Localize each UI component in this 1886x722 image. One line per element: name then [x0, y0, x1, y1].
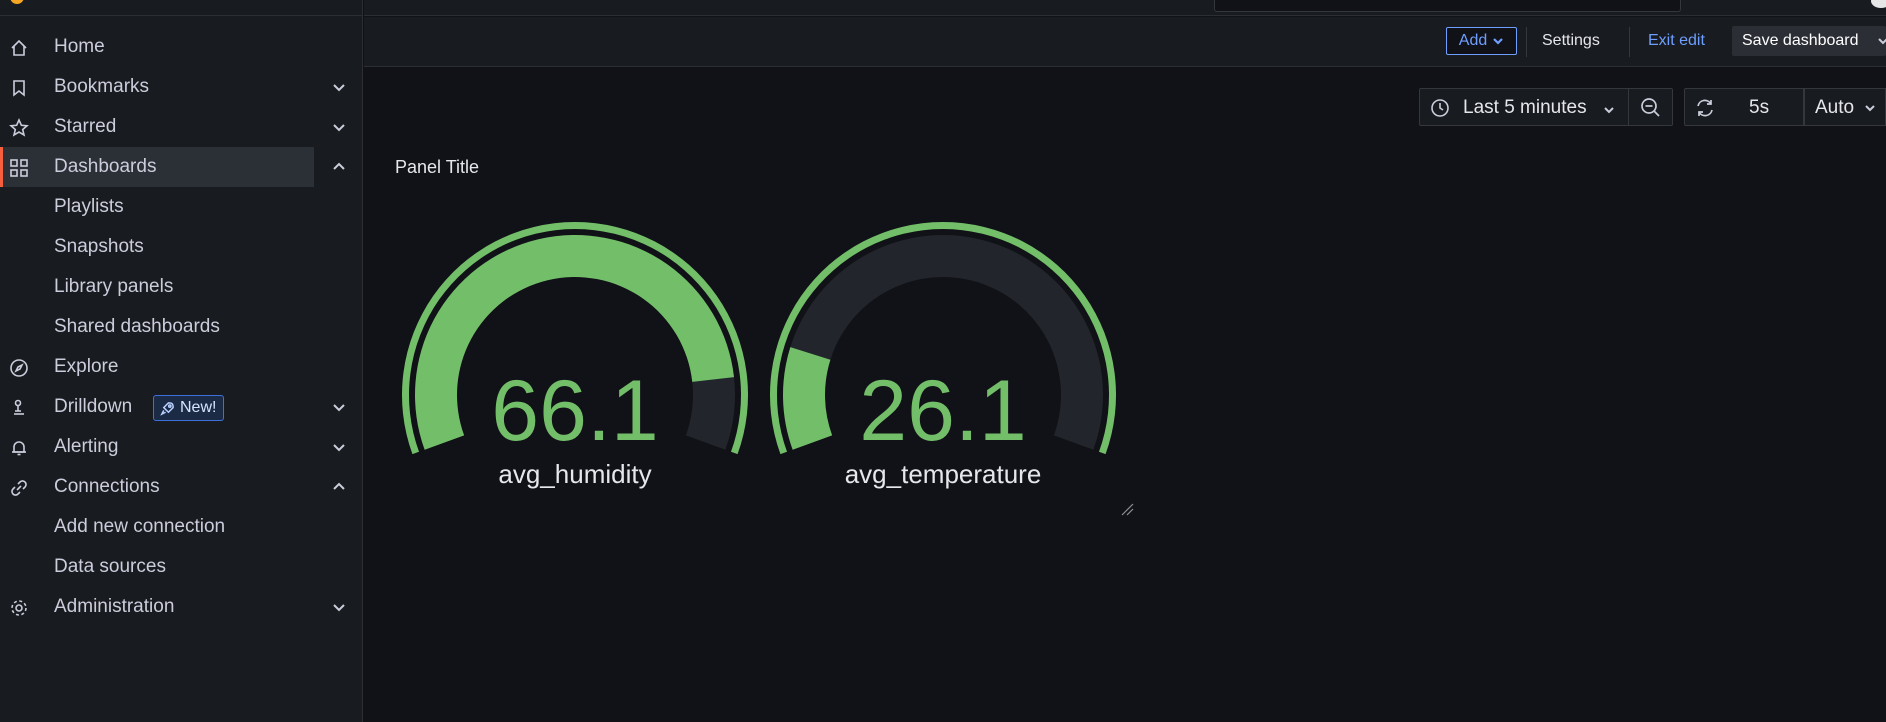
gauge-name: avg_humidity: [498, 459, 651, 489]
refresh-interval-value: 5s: [1749, 97, 1770, 118]
sidebar-item-administration[interactable]: Administration: [0, 587, 363, 627]
add-button[interactable]: Add: [1446, 27, 1517, 55]
gauge-visualization: 66.1avg_humidity26.1avg_temperature: [402, 221, 1116, 489]
refresh-button[interactable]: 5s: [1684, 88, 1804, 126]
sidebar-item-label: Drilldown: [54, 396, 133, 417]
sidebar-item-dashboards[interactable]: Dashboards: [0, 147, 345, 187]
sidebar-item-snapshots[interactable]: Snapshots: [0, 227, 363, 267]
chevron-down-icon[interactable]: [331, 399, 347, 415]
apps-icon: [8, 157, 29, 178]
sidebar-item-label: Alerting: [54, 436, 119, 457]
new-badge: New!: [153, 395, 225, 421]
sidebar-item-label: Connections: [54, 476, 160, 497]
sidebar-item-label: Bookmarks: [54, 76, 150, 97]
grafana-logo[interactable]: [10, 0, 24, 4]
chevron-down-icon: [1602, 101, 1616, 115]
cog-icon: [8, 597, 29, 618]
refresh-auto-label: Auto: [1815, 97, 1855, 118]
gauge-avg-humidity: 66.1avg_humidity: [402, 221, 748, 489]
panel-resize-handle-icon[interactable]: [1120, 502, 1134, 516]
clock-icon: [1430, 98, 1450, 118]
sidebar-item-label: Add new connection: [54, 516, 226, 537]
chevron-down-icon[interactable]: [331, 599, 347, 615]
save-dashboard-label: Save dashboard: [1742, 32, 1859, 49]
sidebar-item-label: Starred: [54, 116, 117, 137]
zoom-out-icon: [1641, 97, 1660, 117]
save-dashboard-button[interactable]: Save dashboard: [1732, 26, 1886, 56]
chevron-down-icon[interactable]: [331, 119, 347, 135]
toolbar-divider: [1526, 27, 1527, 57]
gauge-avg-temperature: 26.1avg_temperature: [770, 222, 1116, 489]
sidebar-item-bookmarks[interactable]: Bookmarks: [0, 67, 363, 107]
sidebar-item-explore[interactable]: Explore: [0, 347, 363, 387]
save-options-chevron-icon[interactable]: [1877, 34, 1886, 46]
chevron-down-icon[interactable]: [331, 439, 347, 455]
sidebar-item-data-sources[interactable]: Data sources: [0, 547, 363, 587]
exit-edit-button[interactable]: Exit edit: [1640, 27, 1713, 55]
chevron-down-icon: [1493, 38, 1504, 45]
gauge-fill: [783, 347, 833, 450]
home-icon: [8, 37, 29, 58]
gauge-value: 66.1: [491, 363, 658, 459]
compass-icon: [8, 357, 29, 378]
bell-icon: [8, 437, 29, 458]
bookmark-icon: [8, 77, 29, 98]
zoom-out-button[interactable]: [1628, 88, 1673, 126]
avatar[interactable]: [1871, 0, 1886, 8]
rocket-icon: [160, 401, 174, 416]
sidebar-item-label: Library panels: [54, 276, 174, 297]
settings-button[interactable]: Settings: [1534, 27, 1608, 55]
time-range-label: Last 5 minutes: [1463, 97, 1587, 118]
sidebar-item-label: Dashboards: [54, 156, 157, 177]
sidebar-item-label: Shared dashboards: [54, 316, 220, 337]
top-search-bar: [364, 0, 1886, 16]
drilldown-icon: [8, 397, 29, 418]
chevron-down-icon[interactable]: [331, 79, 347, 95]
refresh-interval-picker[interactable]: Auto: [1805, 88, 1886, 126]
new-badge-label: New!: [180, 399, 217, 416]
link-icon: [8, 477, 29, 498]
gauge-name: avg_temperature: [845, 459, 1042, 489]
sync-icon: [1695, 98, 1715, 118]
sidebar-item-starred[interactable]: Starred: [0, 107, 363, 147]
sidebar-item-shared-dashboards[interactable]: Shared dashboards: [0, 307, 363, 347]
sidebar-item-alerting[interactable]: Alerting: [0, 427, 363, 467]
sidebar-item-label: Snapshots: [54, 236, 144, 257]
gauge-panel[interactable]: Panel Title 66.1 avg_humidity 26.1 avg_temp…: [380, 145, 1135, 519]
sidebar-item-drilldown[interactable]: Drilldown New!: [0, 387, 363, 427]
nav-menu: Home Bookmarks Starred Dashboards Playlists S…: [0, 27, 363, 627]
dashboard-toolbar: Add Settings Exit edit Save dashboard: [364, 17, 1886, 67]
chevron-up-icon[interactable]: [331, 159, 347, 175]
sidebar-item-label: Data sources: [54, 556, 166, 577]
sidebar-item-connections[interactable]: Connections: [0, 467, 363, 507]
toolbar-divider: [1629, 27, 1630, 57]
sidebar: Home Bookmarks Starred Dashboards Playlists S…: [0, 0, 363, 722]
sidebar-item-label: Explore: [54, 356, 119, 377]
gauge-value: 26.1: [859, 363, 1026, 459]
sidebar-item-home[interactable]: Home: [0, 27, 363, 67]
add-button-label: Add: [1458, 32, 1488, 49]
sidebar-item-add-new-connection[interactable]: Add new connection: [0, 507, 363, 547]
sidebar-item-label: Home: [54, 36, 105, 57]
chevron-down-icon: [1863, 101, 1877, 115]
sidebar-item-label: Playlists: [54, 196, 124, 217]
sidebar-item-library-panels[interactable]: Library panels: [0, 267, 363, 307]
chevron-up-icon[interactable]: [331, 479, 347, 495]
search-input[interactable]: [1214, 0, 1681, 12]
sidebar-item-label: Administration: [54, 596, 175, 617]
time-range-picker[interactable]: Last 5 minutes: [1419, 88, 1629, 126]
star-icon: [8, 117, 29, 138]
sidebar-item-playlists[interactable]: Playlists: [0, 187, 363, 227]
sidebar-header: [0, 0, 363, 16]
